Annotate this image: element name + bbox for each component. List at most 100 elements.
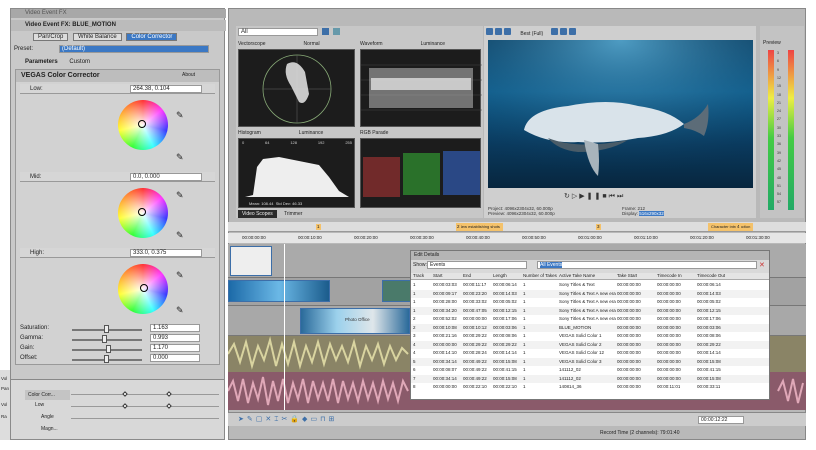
photo-clip[interactable]: Photo Office	[300, 308, 410, 334]
region-marker[interactable]: Character introduction	[708, 223, 754, 231]
keyframe-row-magnitude[interactable]: Magn...	[41, 426, 58, 432]
chain-white-balance[interactable]: White Balance	[73, 33, 122, 41]
split-icon[interactable]: ✂	[281, 416, 290, 423]
tab-parameters[interactable]: Parameters	[25, 59, 58, 65]
keyframe-row-low[interactable]: Low	[35, 402, 44, 408]
tab-video-scopes[interactable]: Video Scopes	[238, 210, 277, 218]
selection-tool-icon[interactable]: ▢	[256, 416, 266, 423]
update-icon[interactable]	[333, 28, 340, 35]
grid-icon[interactable]	[559, 28, 567, 35]
column-header[interactable]: Timecode Out	[697, 273, 725, 279]
chain-pan-crop[interactable]: Pan/Crop	[33, 33, 69, 41]
keyframe-row-angle[interactable]: Angle	[41, 414, 54, 420]
keyframe-marker[interactable]	[122, 403, 128, 409]
settings-icon[interactable]	[322, 28, 329, 35]
saturation-value[interactable]: 1.163	[150, 324, 200, 332]
eyedropper-icon[interactable]: ✎	[176, 270, 184, 281]
snap-icon[interactable]: ⊓	[320, 416, 328, 423]
region-marker[interactable]: New establishing shots	[456, 223, 503, 231]
eyedropper-icon[interactable]: ✎	[176, 305, 184, 316]
normal-edit-tool-icon[interactable]: ➤	[238, 416, 247, 423]
preview-video-frame[interactable]	[488, 40, 753, 188]
marker-label[interactable]: 3	[596, 224, 601, 230]
eyedropper-icon[interactable]: ✎	[176, 152, 184, 163]
eyedropper-icon[interactable]: ✎	[176, 190, 184, 201]
blue-motion-clip[interactable]	[228, 280, 330, 302]
loop-icon[interactable]: ↻	[564, 193, 572, 200]
title-clip[interactable]	[230, 246, 272, 276]
copy-icon[interactable]	[495, 28, 502, 35]
delete-icon[interactable]: ✕	[265, 416, 274, 423]
overlay-icon[interactable]	[550, 28, 558, 35]
envelope-tool-icon[interactable]: ✎	[247, 416, 256, 423]
video-clip[interactable]	[382, 280, 412, 302]
column-header[interactable]: End	[463, 273, 471, 279]
offset-knob[interactable]	[104, 355, 109, 363]
scope-source-select[interactable]: All	[238, 28, 318, 36]
histogram-mode[interactable]: Luminance	[299, 130, 323, 136]
gamma-value[interactable]: 0.993	[150, 334, 200, 342]
column-header[interactable]: Length	[493, 273, 507, 279]
prev-frame-icon[interactable]: ⏮	[609, 193, 617, 200]
time-display[interactable]: 00:00:12:22	[698, 416, 744, 424]
table-cell: 1	[523, 350, 526, 355]
region-icon[interactable]: ▭	[310, 416, 320, 423]
gamma-slider[interactable]	[72, 339, 142, 341]
marker-label[interactable]: 1	[316, 224, 321, 230]
keyframe-row-color-corrector[interactable]: Color Corr...	[25, 390, 70, 400]
mid-wheel-handle[interactable]	[138, 208, 146, 216]
keyframe-marker[interactable]	[122, 391, 128, 397]
gain-knob[interactable]	[106, 345, 111, 353]
column-header[interactable]: Track	[413, 273, 424, 279]
waveform-mode[interactable]: Luminance	[421, 41, 445, 47]
low-wheel-handle[interactable]	[138, 120, 146, 128]
tab-trimmer[interactable]: Trimmer	[284, 210, 302, 218]
playhead-cursor[interactable]	[284, 244, 285, 410]
split-icon[interactable]	[504, 28, 511, 35]
gamma-knob[interactable]	[102, 335, 107, 343]
table-cell: 00:00:06:14	[697, 282, 721, 287]
filter-select[interactable]: All Events	[537, 261, 757, 269]
high-value[interactable]: 333.0, 0.375	[130, 249, 202, 257]
marker-label[interactable]: 4	[736, 224, 741, 230]
eyedropper-icon[interactable]: ✎	[176, 230, 184, 241]
saturation-label: Saturation:	[20, 325, 50, 331]
column-header[interactable]: Take Start	[617, 273, 637, 279]
pause-icon[interactable]: ❚❚	[587, 193, 603, 200]
vectorscope-display	[238, 49, 355, 127]
snapshot-icon[interactable]	[568, 28, 576, 35]
column-header[interactable]: Timecode In	[657, 273, 682, 279]
tab-custom[interactable]: Custom	[69, 59, 90, 65]
show-select[interactable]: Events	[427, 261, 527, 269]
offset-value[interactable]: 0.000	[150, 354, 200, 362]
column-header[interactable]: Number of Takes	[523, 273, 557, 279]
table-cell: 00:00:03:06	[493, 324, 517, 330]
column-header[interactable]: Active Take Name	[559, 273, 595, 279]
high-wheel-handle[interactable]	[140, 284, 148, 292]
auto-ripple-icon[interactable]: ⊞	[329, 416, 338, 423]
preset-select[interactable]: (Default)	[59, 45, 209, 53]
meter-tick-label: 51	[777, 183, 781, 188]
table-cell: 1	[523, 282, 526, 287]
vectorscope-mode[interactable]: Normal	[304, 41, 320, 47]
gear-icon[interactable]	[486, 28, 493, 35]
timeline-ruler[interactable]: 00:00:00:00 00:00:10:00 00:00:20:00 00:00:3…	[228, 224, 806, 243]
play-icon[interactable]: ▶	[579, 193, 586, 200]
saturation-knob[interactable]	[104, 325, 109, 333]
chain-color-corrector[interactable]: Color Corrector	[126, 33, 178, 41]
lock-icon[interactable]: 🔒	[290, 416, 302, 423]
marker-label[interactable]: 2	[456, 224, 461, 230]
next-frame-icon[interactable]: ⏭	[617, 193, 625, 200]
preview-quality-select[interactable]: Best (Full)	[520, 31, 543, 37]
gain-value[interactable]: 1.170	[150, 344, 200, 352]
keyframe-marker[interactable]	[166, 403, 172, 409]
mid-value[interactable]: 0.0, 0.000	[130, 173, 202, 181]
low-value[interactable]: 264.38, 0.104	[130, 85, 202, 93]
eyedropper-icon[interactable]: ✎	[176, 110, 184, 121]
rgb-parade-label: RGB Parade	[360, 130, 389, 136]
keyframe-marker[interactable]	[166, 391, 172, 397]
column-header[interactable]: Start	[433, 273, 443, 279]
close-icon[interactable]: ✕	[759, 262, 767, 269]
meter-tick-label: 21	[777, 100, 781, 105]
about-button[interactable]: About	[182, 72, 195, 78]
